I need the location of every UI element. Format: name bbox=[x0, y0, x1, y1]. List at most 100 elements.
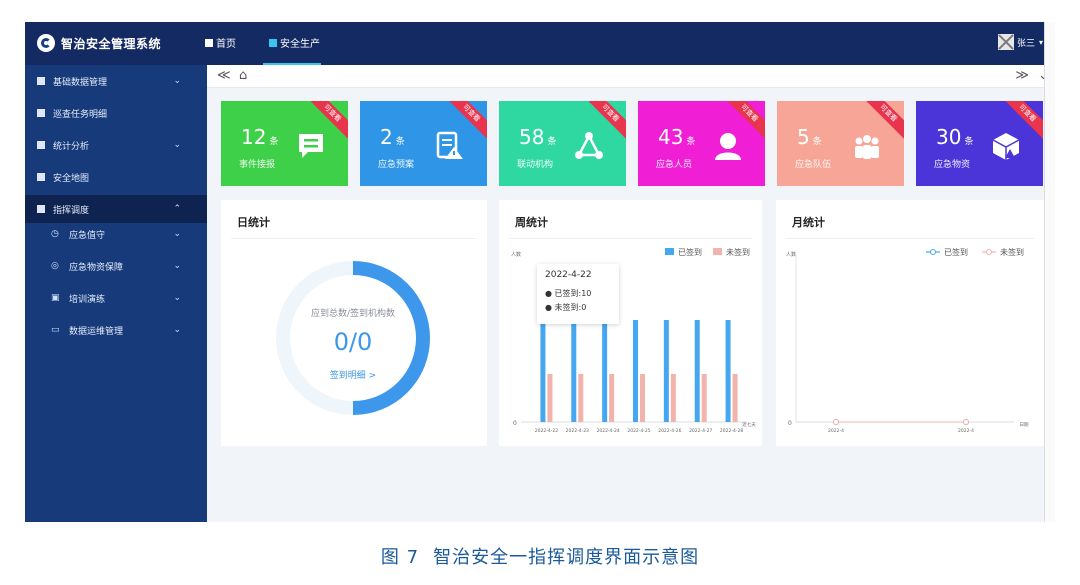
bar-unsigned bbox=[670, 374, 676, 422]
figure-number: 图 7 bbox=[380, 547, 420, 568]
chevron-down-icon: ⌄ bbox=[173, 229, 181, 239]
message-icon bbox=[299, 134, 323, 158]
tooltip-signed: ● 已签到:10 bbox=[545, 289, 592, 298]
sidebar-subitem-label: 应急物资保障 bbox=[69, 262, 124, 273]
figure-title: 智治安全一指挥调度界面示意图 bbox=[433, 547, 700, 568]
tab-safety-production[interactable]: 安全生产 bbox=[269, 35, 320, 50]
sidebar-subitem-supplies[interactable]: ◎ 应急物资保障 ⌄ bbox=[25, 255, 207, 277]
bar-signed bbox=[602, 320, 608, 422]
line-point bbox=[963, 419, 969, 425]
line-point bbox=[833, 419, 839, 425]
sidebar-item-command-dispatch[interactable]: 指挥调度 ⌃ bbox=[25, 195, 207, 223]
stat-value: 12 条 bbox=[241, 125, 279, 149]
sidebar-item-label: 基础数据管理 bbox=[53, 77, 108, 88]
user-name: 张三 bbox=[1016, 38, 1035, 49]
sidebar-item-safety-map[interactable]: 安全地图 bbox=[25, 163, 207, 191]
bar-unsigned bbox=[609, 374, 615, 422]
stat-label: 应急物资 bbox=[934, 160, 971, 170]
monitor-icon: ▭ bbox=[51, 325, 60, 335]
sign-in-details-link[interactable]: 签到明细 > bbox=[271, 368, 435, 381]
panel-title: 日统计 bbox=[237, 216, 270, 229]
x-tick-label: 2022-4-24 bbox=[596, 428, 619, 434]
home-tab-icon bbox=[205, 38, 213, 47]
x-axis-label: 日期 bbox=[1020, 422, 1029, 428]
sidebar-item-statistics[interactable]: 统计分析 ⌄ bbox=[25, 131, 207, 159]
sidebar: 基础数据管理 ⌄ 巡查任务明细 统计分析 ⌄ 安全地图 指挥调度 ⌃ ◷ 应急值… bbox=[25, 65, 207, 522]
sidebar-subitem-training[interactable]: ▣ 培训演练 ⌄ bbox=[25, 287, 207, 309]
monthly-stats-panel: 月统计 人数 0 已签到 未签到 2022-4 2022-4 日期 bbox=[776, 200, 1044, 446]
bar-unsigned bbox=[701, 374, 707, 422]
y-tick-label: 0 bbox=[513, 420, 517, 427]
x-tick-label: 2022-4-27 bbox=[689, 428, 712, 434]
chart-tooltip: 2022-4-22 ● 已签到:10 ● 未签到:0 bbox=[537, 264, 619, 324]
sidebar-subitem-label: 培训演练 bbox=[69, 294, 106, 305]
menu-square-icon bbox=[37, 109, 45, 117]
x-tick-label: 2022-4-26 bbox=[658, 428, 681, 434]
document-alert-icon bbox=[436, 131, 463, 159]
stat-card-incidents[interactable]: 12 条 事件接报 可查看 bbox=[221, 101, 348, 186]
divider bbox=[509, 238, 752, 239]
legend-label: 已签到 bbox=[678, 247, 702, 257]
avatar bbox=[997, 34, 1014, 50]
stat-value: 2条 bbox=[380, 125, 405, 149]
home-icon[interactable]: ⌂ bbox=[239, 68, 247, 83]
legend-marker bbox=[930, 249, 936, 255]
network-icon bbox=[575, 132, 603, 159]
collapse-sidebar-icon[interactable]: ≪ bbox=[217, 68, 231, 83]
x-axis-label: 近七天 bbox=[742, 421, 756, 428]
y-tick-label: 0 bbox=[788, 420, 792, 427]
top-bar: 智治安全管理系统 首页 安全生产 张三 ▾ bbox=[25, 22, 1055, 65]
chevron-up-icon: ⌃ bbox=[173, 204, 181, 214]
app-title: 智治安全管理系统 bbox=[61, 37, 162, 51]
stat-card-agencies[interactable]: 58 条 联动机构 可查看 bbox=[499, 101, 626, 186]
bar-signed bbox=[725, 320, 731, 422]
stat-card-plans[interactable]: 2条 应急预案 可查看 bbox=[360, 101, 487, 186]
tab-safety-production-label: 安全生产 bbox=[280, 39, 320, 50]
clock-icon: ◷ bbox=[51, 229, 59, 239]
sidebar-item-label: 巡查任务明细 bbox=[53, 109, 108, 120]
y-axis-label: 人数 bbox=[511, 251, 521, 258]
stat-label: 应急预案 bbox=[378, 160, 415, 170]
sidebar-item-label: 安全地图 bbox=[53, 173, 90, 184]
box-icon bbox=[992, 133, 1020, 160]
team-icon bbox=[855, 135, 879, 159]
sidebar-subitem-data-ops[interactable]: ▭ 数据运维管理 ⌄ bbox=[25, 319, 207, 341]
ring-value: 0/0 bbox=[333, 328, 373, 356]
bar-signed bbox=[540, 320, 546, 422]
user-menu[interactable]: 张三 ▾ bbox=[997, 34, 1043, 50]
scrollbar[interactable] bbox=[1044, 22, 1055, 522]
layers-icon: ◎ bbox=[51, 261, 59, 271]
x-tick-label: 2022-4-22 bbox=[535, 428, 558, 434]
bar-signed bbox=[571, 320, 577, 422]
stat-card-teams[interactable]: 5条 应急队伍 可查看 bbox=[777, 101, 904, 186]
legend-swatch bbox=[713, 248, 722, 255]
x-tick-label: 2022-4 bbox=[828, 428, 844, 434]
panel-title: 周统计 bbox=[515, 216, 548, 229]
chevron-down-icon: ⌄ bbox=[173, 76, 181, 86]
tab-home[interactable]: 首页 bbox=[205, 35, 236, 50]
sidebar-subitem-label: 数据运维管理 bbox=[69, 326, 124, 337]
content-background bbox=[207, 454, 1055, 522]
stat-card-personnel[interactable]: 43 条 应急人员 可查看 bbox=[638, 101, 765, 186]
monthly-line-chart: 人数 0 已签到 未签到 2022-4 2022-4 日期 bbox=[786, 247, 1029, 434]
legend-label: 未签到 bbox=[1000, 247, 1024, 257]
sidebar-item-basic-data[interactable]: 基础数据管理 ⌄ bbox=[25, 67, 207, 95]
stat-label: 应急人员 bbox=[656, 160, 693, 170]
bar-unsigned bbox=[640, 374, 645, 422]
chevron-down-icon: ⌄ bbox=[173, 325, 181, 335]
divider bbox=[786, 238, 1034, 239]
sidebar-item-patrol-tasks[interactable]: 巡查任务明细 bbox=[25, 99, 207, 127]
legend-label: 未签到 bbox=[726, 247, 750, 257]
sidebar-subitem-duty[interactable]: ◷ 应急值守 ⌄ bbox=[25, 223, 207, 245]
stat-card-supplies[interactable]: 30 条 应急物资 可查看 bbox=[916, 101, 1043, 186]
legend-swatch bbox=[665, 248, 674, 255]
menu-square-icon bbox=[37, 205, 45, 213]
stat-label: 应急队伍 bbox=[795, 160, 832, 170]
bar-signed bbox=[694, 320, 700, 422]
bar-signed bbox=[633, 320, 638, 422]
caret-down-icon: ▾ bbox=[1038, 37, 1043, 47]
scroll-tabs-right-icon[interactable]: ≫ bbox=[1015, 68, 1029, 83]
stat-value: 5条 bbox=[797, 125, 822, 149]
figure-caption: 图 7 智治安全一指挥调度界面示意图 bbox=[0, 543, 1080, 569]
app-window: 智治安全管理系统 首页 安全生产 张三 ▾ 基础数据管理 ⌄ 巡查任务明细 统计 bbox=[25, 22, 1055, 522]
